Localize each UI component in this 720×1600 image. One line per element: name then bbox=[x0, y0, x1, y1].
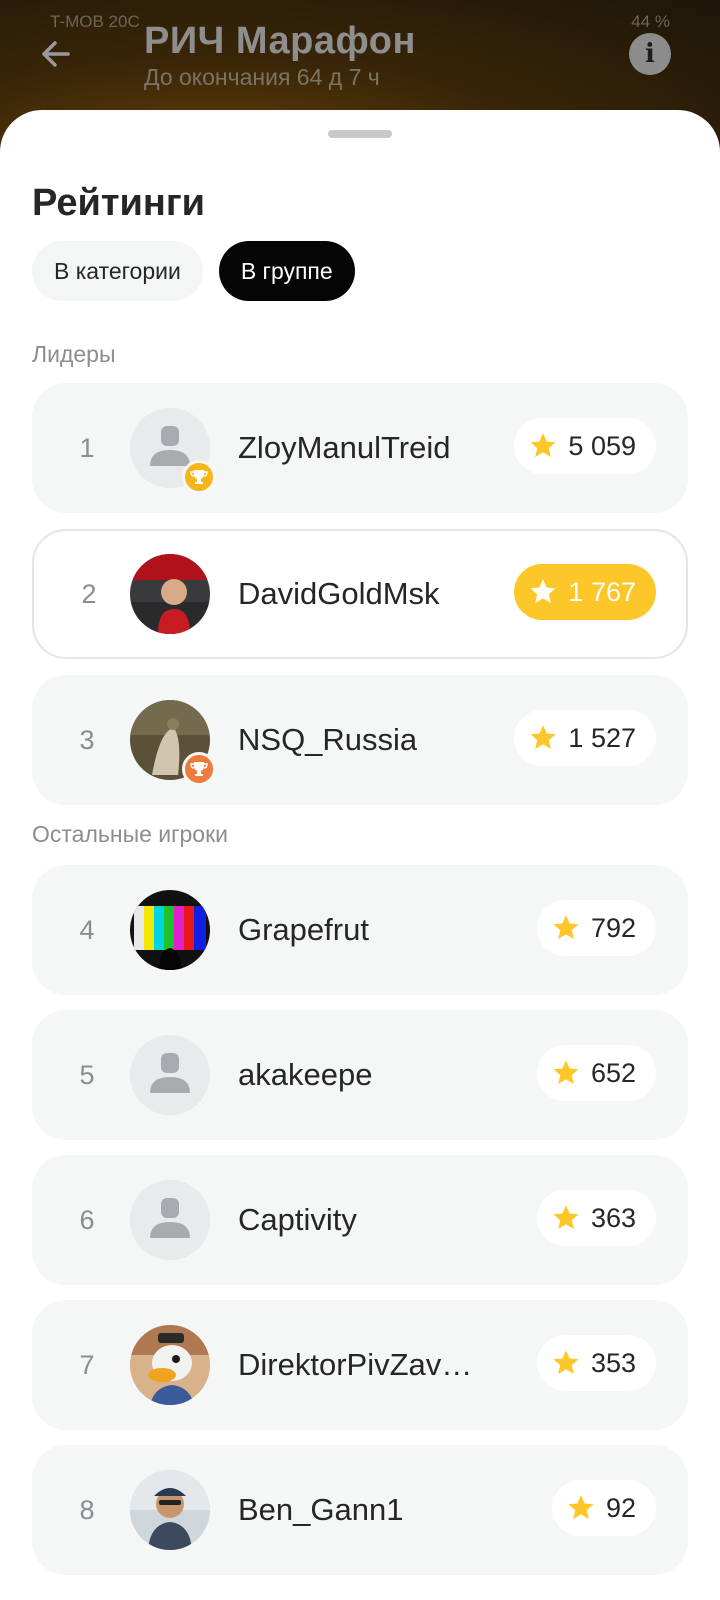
score-badge: 1 767 bbox=[514, 564, 656, 620]
score-value: 1 527 bbox=[568, 722, 636, 753]
score-badge: 5 059 bbox=[514, 418, 656, 474]
rank-number: 5 bbox=[79, 1059, 95, 1090]
leaderboard-row-current-user[interactable]: 2 DavidGoldMsk 1 767 bbox=[32, 529, 688, 659]
leaderboard-row[interactable]: 7 DirektorPivZav… 353 bbox=[32, 1300, 688, 1430]
leaderboard-row[interactable]: 5 akakeepe 652 bbox=[32, 1010, 688, 1140]
player-name: NSQ_Russia bbox=[238, 722, 418, 757]
star-icon bbox=[553, 1060, 579, 1084]
other-players-section-label: Остальные игроки bbox=[32, 821, 229, 847]
tab-in-group[interactable]: В группе bbox=[218, 241, 355, 301]
ratings-sheet: Рейтинги В категории В группе Лидеры 1 Z… bbox=[0, 110, 720, 1600]
score-badge: 92 bbox=[551, 1480, 656, 1536]
player-name: Grapefrut bbox=[238, 912, 369, 947]
back-button[interactable] bbox=[32, 30, 80, 78]
star-icon bbox=[568, 1495, 594, 1519]
star-icon bbox=[530, 433, 556, 457]
score-badge: 353 bbox=[536, 1335, 656, 1391]
rank-number: 1 bbox=[79, 432, 95, 463]
rank-number: 7 bbox=[79, 1349, 95, 1380]
sheet-drag-handle[interactable] bbox=[328, 130, 392, 138]
leaderboard-row[interactable]: 4 Grapefrut 792 bbox=[32, 865, 688, 995]
score-badge: 792 bbox=[536, 900, 656, 956]
player-name: ZloyManulTreid bbox=[238, 430, 451, 465]
score-badge: 363 bbox=[536, 1190, 656, 1246]
star-icon bbox=[553, 915, 579, 939]
star-icon bbox=[553, 1205, 579, 1229]
info-icon: i bbox=[645, 39, 655, 69]
rank-number: 2 bbox=[81, 578, 97, 609]
photo-avatar bbox=[130, 1470, 210, 1550]
player-name: DirektorPivZav… bbox=[238, 1347, 473, 1382]
leaderboard-row[interactable]: 1 ZloyManulTreid 5 059 bbox=[32, 383, 688, 513]
star-icon bbox=[530, 579, 556, 603]
page-title: РИЧ Марафон bbox=[144, 20, 416, 62]
player-name: Captivity bbox=[238, 1202, 357, 1237]
bronze-trophy-icon bbox=[182, 752, 216, 786]
default-avatar bbox=[130, 1180, 210, 1260]
duck-avatar bbox=[130, 1325, 210, 1405]
default-avatar bbox=[130, 1035, 210, 1115]
rank-number: 4 bbox=[79, 914, 95, 945]
rank-number: 8 bbox=[79, 1494, 95, 1525]
rank-number: 6 bbox=[79, 1204, 95, 1235]
score-badge: 1 527 bbox=[514, 710, 656, 766]
player-name: DavidGoldMsk bbox=[238, 576, 440, 611]
score-value: 92 bbox=[605, 1492, 636, 1523]
player-name: akakeepe bbox=[238, 1057, 373, 1092]
arrow-left-icon bbox=[42, 41, 70, 67]
tv-test-pattern-avatar bbox=[130, 890, 210, 970]
score-value: 1 767 bbox=[568, 576, 636, 607]
star-icon bbox=[530, 725, 556, 749]
score-value: 363 bbox=[590, 1202, 636, 1233]
leaderboard-row[interactable]: 3 NSQ_Russia 1 527 bbox=[32, 675, 688, 805]
ratings-tabs: В категории В группе bbox=[32, 241, 355, 301]
photo-avatar bbox=[130, 554, 210, 634]
score-value: 353 bbox=[590, 1347, 636, 1378]
leaderboard-row[interactable]: 8 Ben_Gann1 92 bbox=[32, 1445, 688, 1575]
score-value: 5 059 bbox=[568, 430, 636, 461]
tab-in-category[interactable]: В категории bbox=[32, 241, 203, 301]
sheet-title: Рейтинги bbox=[32, 182, 206, 224]
score-value: 792 bbox=[590, 912, 636, 943]
leaders-section-label: Лидеры bbox=[32, 341, 116, 367]
score-value: 652 bbox=[590, 1057, 636, 1088]
rank-number: 3 bbox=[79, 724, 95, 755]
leaderboard-row[interactable]: 6 Captivity 363 bbox=[32, 1155, 688, 1285]
gold-trophy-icon bbox=[182, 460, 216, 494]
time-remaining: До окончания 64 д 7 ч bbox=[144, 64, 380, 90]
info-button[interactable]: i bbox=[629, 33, 671, 75]
star-icon bbox=[553, 1350, 579, 1374]
player-name: Ben_Gann1 bbox=[238, 1492, 404, 1527]
score-badge: 652 bbox=[536, 1045, 656, 1101]
